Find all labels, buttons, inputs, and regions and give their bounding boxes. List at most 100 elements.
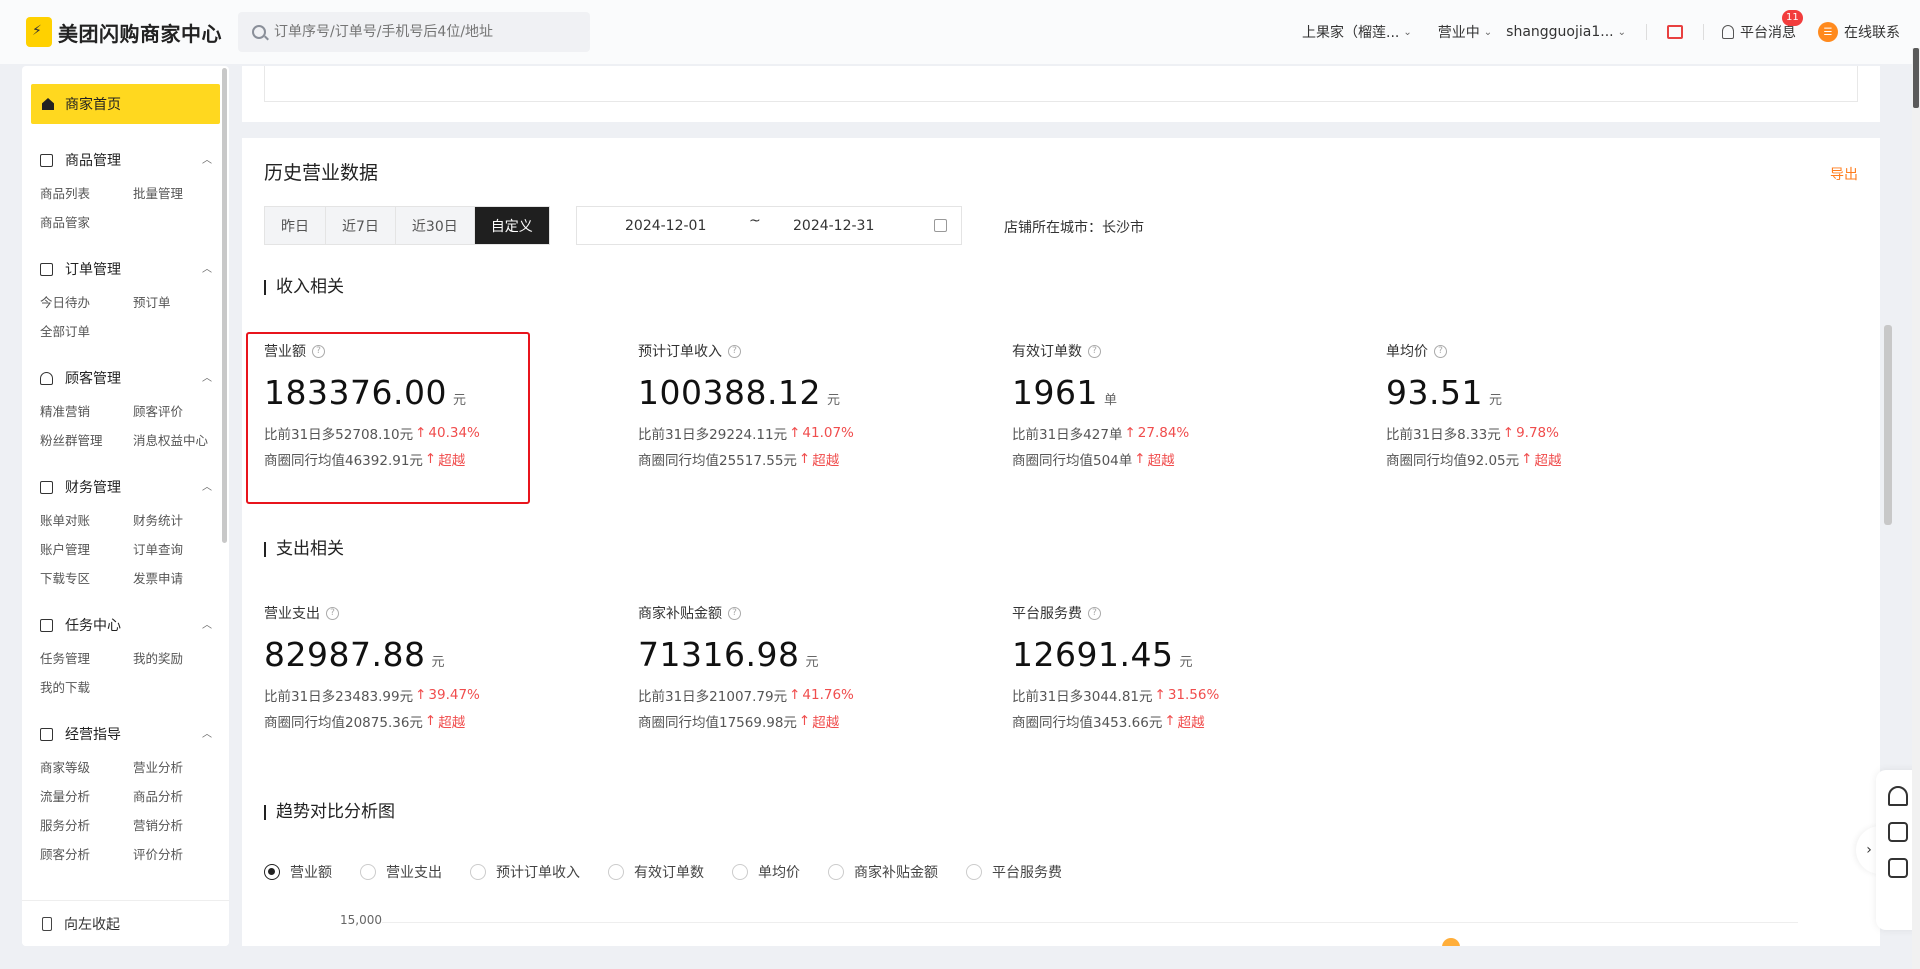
calendar-icon[interactable] <box>934 219 947 232</box>
date-separator: ~ <box>749 213 761 229</box>
metric-peer-status: 超越 <box>812 715 840 731</box>
window-scrollbar-thumb[interactable] <box>1913 48 1919 108</box>
sidebar-item[interactable]: 营销分析 <box>133 816 229 836</box>
sidebar-item[interactable]: 顾客评价 <box>133 402 229 422</box>
up-arrow-icon: ↑ <box>1164 713 1176 729</box>
sidebar-item[interactable]: 批量管理 <box>133 184 229 204</box>
sidebar-item[interactable]: 订单查询 <box>133 540 229 560</box>
store-selector[interactable]: 上果家（榴莲... ⌄ <box>1302 22 1412 42</box>
search-box[interactable] <box>238 12 590 52</box>
main-scrollbar[interactable] <box>1884 325 1892 525</box>
sidebar-item[interactable]: 任务管理 <box>40 649 133 669</box>
search-input[interactable] <box>274 24 574 40</box>
sidebar-item[interactable]: 营业分析 <box>133 758 229 778</box>
window-scrollbar[interactable] <box>1912 48 1920 969</box>
sidebar: 商家首页 商品管理 ︿ 商品列表 批量管理 商品管家 订单管理 ︿ 今日待办 预… <box>22 66 229 946</box>
group-header[interactable]: 商品管理 ︿ <box>40 150 212 170</box>
group-header[interactable]: 订单管理 ︿ <box>40 259 212 279</box>
date-start[interactable]: 2024-12-01 <box>625 218 706 234</box>
sidebar-item[interactable]: 消息权益中心 <box>133 431 229 451</box>
wallet-icon <box>40 480 53 494</box>
metric-compare: 比前31日多29224.11元 <box>638 427 788 443</box>
income-title: 收入相关 <box>264 279 344 296</box>
date-end[interactable]: 2024-12-31 <box>793 218 874 234</box>
sidebar-item[interactable]: 商品分析 <box>133 787 229 807</box>
tab-yesterday[interactable]: 昨日 <box>265 207 326 244</box>
sidebar-item[interactable]: 我的下载 <box>40 678 133 698</box>
sidebar-item-home[interactable]: 商家首页 <box>31 84 220 124</box>
trend-option[interactable]: 商家补贴金额 <box>828 862 938 882</box>
sidebar-item[interactable]: 财务统计 <box>133 511 229 531</box>
sidebar-item[interactable]: 商家等级 <box>40 758 133 778</box>
sidebar-scrollbar[interactable] <box>222 68 227 543</box>
sidebar-item[interactable]: 今日待办 <box>40 293 133 313</box>
group-title: 任务中心 <box>65 618 121 634</box>
chart-point[interactable] <box>1442 938 1460 946</box>
radio-icon <box>828 864 844 880</box>
sidebar-item[interactable]: 粉丝群管理 <box>40 431 133 451</box>
metric-value: 71316.98 <box>638 635 800 674</box>
help-icon[interactable]: ? <box>1434 344 1447 358</box>
group-header[interactable]: 财务管理 ︿ <box>40 477 212 497</box>
export-link[interactable]: 导出 <box>1830 164 1858 184</box>
account-selector[interactable]: shangguojia1... ⌄ <box>1506 24 1626 40</box>
up-arrow-icon: ↑ <box>1124 425 1136 441</box>
bell-icon <box>1722 25 1734 39</box>
date-range-picker[interactable]: 2024-12-01 ~ 2024-12-31 <box>576 206 962 245</box>
trend-option[interactable]: 单均价 <box>732 862 800 882</box>
help-icon[interactable]: ? <box>1088 344 1101 358</box>
sidebar-item[interactable]: 全部订单 <box>40 322 133 342</box>
sidebar-item[interactable]: 我的奖励 <box>133 649 229 669</box>
service-button[interactable]: ☰ 在线联系 <box>1818 22 1900 42</box>
chevron-up-icon: ︿ <box>202 264 212 275</box>
account-name: shangguojia1... <box>1506 24 1614 40</box>
tab-custom[interactable]: 自定义 <box>474 207 549 244</box>
trend-option[interactable]: 有效订单数 <box>608 862 704 882</box>
group-header[interactable]: 经营指导 ︿ <box>40 724 212 744</box>
sidebar-item[interactable]: 商品管家 <box>40 213 133 233</box>
group-header[interactable]: 任务中心 ︿ <box>40 615 212 635</box>
sidebar-item[interactable]: 评价分析 <box>133 845 229 865</box>
help-icon[interactable]: ? <box>728 606 741 620</box>
help-icon[interactable]: ? <box>326 606 339 620</box>
metric-peer: 商圈同行均值25517.55元 <box>638 453 797 469</box>
sidebar-item[interactable]: 精准营销 <box>40 402 133 422</box>
sidebar-item[interactable]: 发票申请 <box>133 569 229 589</box>
sidebar-item[interactable]: 账户管理 <box>40 540 133 560</box>
sidebar-item[interactable]: 流量分析 <box>40 787 133 807</box>
metric-unit: 元 <box>1179 655 1193 670</box>
sidebar-group-orders: 订单管理 ︿ 今日待办 预订单 全部订单 <box>40 259 229 342</box>
trend-option[interactable]: 营业支出 <box>360 862 442 882</box>
status-selector[interactable]: 营业中 ⌄ <box>1438 22 1492 42</box>
edit-icon[interactable] <box>1888 822 1908 842</box>
sidebar-item[interactable]: 预订单 <box>133 293 229 313</box>
sidebar-item[interactable]: 商品列表 <box>40 184 133 204</box>
collapse-sidebar-button[interactable]: 向左收起 <box>22 900 229 946</box>
sidebar-item[interactable]: 账单对账 <box>40 511 133 531</box>
option-label: 有效订单数 <box>634 865 704 881</box>
sidebar-item[interactable]: 下载专区 <box>40 569 133 589</box>
trend-options: 营业额 营业支出 预计订单收入 有效订单数 单均价 商家补贴金额 平台服务费 <box>264 862 1090 882</box>
trend-option[interactable]: 营业额 <box>264 862 332 882</box>
metric-card: 营业支出? 82987.88 元 比前31日多23483.99元 ↑ 39.47% 商… <box>264 603 624 731</box>
divider <box>1646 24 1647 40</box>
help-icon[interactable]: ? <box>728 344 741 358</box>
group-header[interactable]: 顾客管理 ︿ <box>40 368 212 388</box>
range-tabs: 昨日 近7日 近30日 自定义 <box>264 206 550 245</box>
logo[interactable]: 美团闪购商家中心 <box>26 17 222 47</box>
store-button[interactable] <box>1667 25 1683 39</box>
help-icon[interactable]: ? <box>1088 606 1101 620</box>
group-title: 顾客管理 <box>65 371 121 387</box>
grid-icon[interactable] <box>1888 858 1908 878</box>
trend-option[interactable]: 预计订单收入 <box>470 862 580 882</box>
document-icon <box>40 262 53 276</box>
group-title: 财务管理 <box>65 480 121 496</box>
trend-option[interactable]: 平台服务费 <box>966 862 1062 882</box>
highlight-box <box>246 332 530 504</box>
tab-7-days[interactable]: 近7日 <box>326 207 396 244</box>
sidebar-item[interactable]: 顾客分析 <box>40 845 133 865</box>
tab-30-days[interactable]: 近30日 <box>395 207 475 244</box>
messages-button[interactable]: 平台消息 11 <box>1722 10 1803 42</box>
headset-icon[interactable] <box>1888 786 1908 806</box>
sidebar-item[interactable]: 服务分析 <box>40 816 133 836</box>
